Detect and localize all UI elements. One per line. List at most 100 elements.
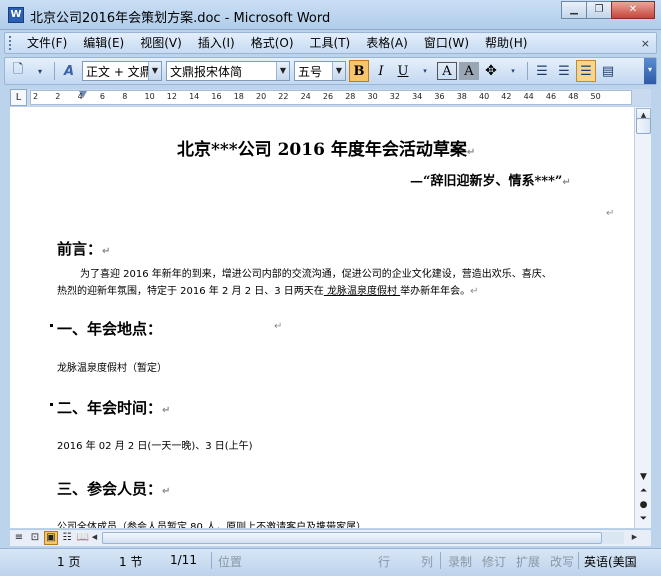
- menu-tools[interactable]: 工具(T): [302, 33, 359, 53]
- title-bar: W 北京公司2016年会策划方案.doc - Microsoft Word ▁ …: [0, 0, 661, 30]
- status-ext[interactable]: 扩展: [516, 553, 540, 570]
- menu-insert[interactable]: 插入(I): [190, 33, 243, 53]
- vertical-scroll-thumb[interactable]: [636, 118, 651, 134]
- arrow-left-icon: ◀: [91, 533, 98, 541]
- align-center-button[interactable]: ☰: [554, 60, 574, 82]
- chevron-down-icon[interactable]: ▼: [332, 62, 345, 80]
- new-document-icon: 🗋: [12, 62, 24, 77]
- ruler-tick-label: 34: [412, 92, 423, 101]
- print-view-button[interactable]: ▣: [44, 531, 58, 545]
- menu-file[interactable]: 文件(F): [19, 33, 75, 53]
- section1-heading: 一、年会地点：: [57, 320, 163, 338]
- font-size-combo[interactable]: 五号 ▼: [294, 61, 346, 81]
- ruler-tick-label: 36: [434, 92, 445, 101]
- minimize-button[interactable]: ▁: [561, 1, 587, 19]
- document-close-button[interactable]: ×: [641, 37, 650, 50]
- ruler-tick-label: 4: [77, 92, 83, 101]
- ruler-tick-label: 32: [389, 92, 400, 101]
- window-controls: ▁ ❐ ✕: [561, 1, 655, 19]
- web-view-button[interactable]: ⊡: [28, 531, 42, 545]
- align-right-icon: ☰: [580, 63, 592, 79]
- status-ovr[interactable]: 改写: [550, 553, 574, 570]
- toolbar-options-button[interactable]: ▾: [644, 58, 656, 84]
- outline-view-button[interactable]: ☷: [60, 531, 74, 545]
- browse-controls: ▼ ⏶ ● ⏷: [635, 470, 652, 526]
- distributed-align-icon: ▤: [601, 63, 615, 79]
- toolbar-overflow-small[interactable]: ▾: [30, 60, 50, 82]
- menu-table[interactable]: 表格(A): [358, 33, 416, 53]
- character-scaling-dropdown[interactable]: ▾: [503, 60, 523, 82]
- new-document-button[interactable]: 🗋: [8, 60, 28, 82]
- chevron-down-icon[interactable]: ▼: [276, 62, 289, 80]
- arrow-right-icon: ▶: [631, 533, 638, 541]
- status-trk[interactable]: 修订: [482, 553, 506, 570]
- browse-object-button[interactable]: ●: [635, 498, 652, 512]
- status-column: 列: [421, 555, 434, 569]
- minimize-icon: ▁: [570, 4, 578, 15]
- font-combo[interactable]: 文鼎报宋体简 ▼: [166, 61, 290, 81]
- underline-button[interactable]: U: [393, 60, 413, 82]
- next-page-button[interactable]: ⏷: [635, 512, 652, 526]
- normal-view-button[interactable]: ≡: [12, 531, 26, 545]
- distributed-align-button[interactable]: ▤: [598, 60, 618, 82]
- chevron-down-icon[interactable]: ▼: [148, 62, 161, 80]
- menubar-grip[interactable]: [9, 36, 13, 50]
- style-combo-value: 正文 + 文鼎: [86, 64, 152, 79]
- outline-view-icon: ☷: [62, 532, 72, 543]
- character-scaling-button[interactable]: ✥: [481, 60, 501, 82]
- status-separator: [440, 552, 441, 569]
- ruler-tick-label: 2: [55, 92, 61, 101]
- toolbar-separator: [527, 62, 528, 80]
- section2-text: 2016 年 02 月 2 日(一天一晚)、3 日(上午): [57, 441, 253, 452]
- status-rec[interactable]: 录制: [448, 553, 472, 570]
- ruler-tick-label: 24: [300, 92, 311, 101]
- italic-button[interactable]: I: [371, 60, 391, 82]
- align-justify-button[interactable]: ☰: [532, 60, 552, 82]
- menu-format[interactable]: 格式(O): [243, 33, 302, 53]
- previous-page-button[interactable]: ⏶: [635, 484, 652, 498]
- status-line: 行: [378, 555, 391, 569]
- status-page: 1 页: [57, 555, 81, 569]
- align-right-button[interactable]: ☰: [576, 60, 596, 82]
- doc-subtitle: —“辞旧迎新岁、情系***”↵: [410, 174, 571, 189]
- preface-heading: 前言：↵: [57, 240, 111, 258]
- character-shading-button[interactable]: A: [459, 62, 479, 80]
- ruler-tick-label: 10: [144, 92, 155, 101]
- ruler-tick-label: 28: [345, 92, 356, 101]
- character-border-button[interactable]: A: [437, 62, 457, 80]
- scroll-right-button[interactable]: ▶: [628, 531, 641, 544]
- restore-button[interactable]: ❐: [586, 1, 612, 19]
- styles-and-formatting-button[interactable]: A: [59, 60, 79, 82]
- underline-dropdown[interactable]: ▾: [415, 60, 435, 82]
- bold-button[interactable]: B: [349, 60, 369, 82]
- horizontal-scroll-row: ≡ ⊡ ▣ ☷ 📖 ◀ ▶: [10, 529, 651, 546]
- web-view-icon: ⊡: [30, 532, 40, 543]
- tab-selector[interactable]: L: [10, 89, 27, 106]
- character-scaling-icon: ✥: [485, 63, 497, 79]
- horizontal-ruler[interactable]: 2 2 4 6 8 10 12 14 16 18 20 22 24 26 28 30 32 34 36 38 40 42 4…: [30, 90, 632, 105]
- document-page[interactable]: 北京***公司 2016 年度年会活动草案↵ —“辞旧迎新岁、情系***”↵ ↵…: [10, 107, 634, 528]
- venue-underlined: 龙脉温泉度假村: [323, 286, 401, 297]
- word-app-icon[interactable]: W: [8, 7, 24, 23]
- scroll-down-button[interactable]: ▼: [635, 470, 652, 484]
- horizontal-scroll-thumb[interactable]: [102, 532, 602, 544]
- status-language: 英语(美国: [584, 555, 637, 569]
- status-position: 位置: [218, 555, 243, 569]
- style-combo[interactable]: 正文 + 文鼎 ▼: [82, 61, 162, 81]
- window-title: 北京公司2016年会策划方案.doc - Microsoft Word: [30, 11, 331, 26]
- ruler-tick-label: 26: [322, 92, 334, 101]
- paragraph-mark: ↵: [606, 208, 615, 219]
- menu-window[interactable]: 窗口(W): [416, 33, 477, 53]
- menu-view[interactable]: 视图(V): [132, 33, 190, 53]
- vertical-scrollbar[interactable]: ▲ ▼ ⏶ ● ⏷: [634, 107, 651, 528]
- scroll-left-button[interactable]: ◀: [88, 531, 101, 544]
- ruler-tick-label: 40: [479, 92, 490, 101]
- menu-help[interactable]: 帮助(H): [477, 33, 535, 53]
- ruler-tick-label: 22: [278, 92, 289, 101]
- menu-edit[interactable]: 编辑(E): [75, 33, 132, 53]
- status-section: 1 节: [119, 555, 143, 569]
- section1-text: 龙脉温泉度假村（暂定）: [57, 363, 167, 374]
- horizontal-scroll-track[interactable]: [102, 532, 624, 544]
- doc-title: 北京***公司 2016 年度年会活动草案↵: [177, 140, 476, 160]
- close-button[interactable]: ✕: [611, 1, 655, 19]
